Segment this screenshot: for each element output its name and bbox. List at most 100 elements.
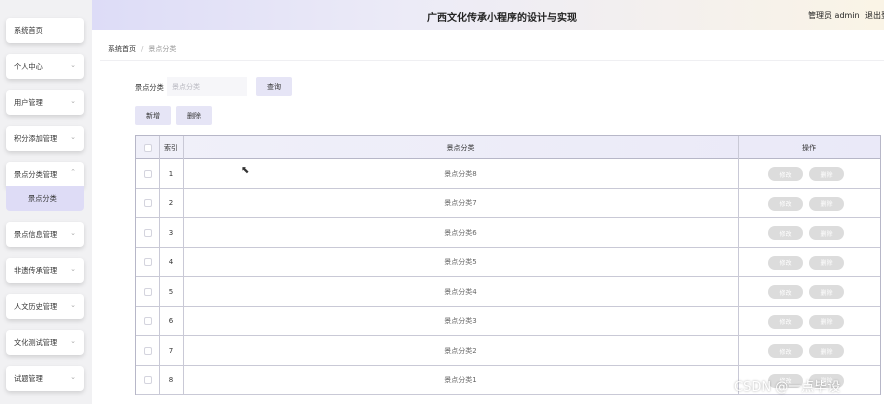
sidebar-subitem-category[interactable]: 景点分类 bbox=[6, 186, 84, 211]
sidebar-item-question-management[interactable]: 试题管理 ⌄ bbox=[6, 366, 84, 391]
edit-button[interactable]: 修改 bbox=[768, 226, 803, 240]
edit-button[interactable]: 修改 bbox=[768, 255, 803, 270]
header-category: 景点分类 bbox=[446, 143, 475, 152]
row-category: 景点分类1 bbox=[444, 376, 477, 384]
sidebar-item-label: 非遗传承管理 bbox=[14, 265, 58, 275]
sidebar-item-label: 人文历史管理 bbox=[14, 301, 58, 311]
column-divider bbox=[183, 136, 184, 394]
sidebar-item-user-management[interactable]: 用户管理 ⌄ bbox=[6, 90, 84, 115]
breadcrumb: 系统首页 / 景点分类 bbox=[108, 44, 176, 54]
row-checkbox[interactable] bbox=[143, 258, 152, 266]
row-category: 景点分类2 bbox=[444, 346, 477, 355]
breadcrumb-current: 景点分类 bbox=[148, 45, 177, 53]
delete-button[interactable]: 删除 bbox=[809, 314, 844, 329]
row-checkbox-cell bbox=[136, 366, 159, 395]
chevron-down-icon: ⌄ bbox=[70, 229, 76, 237]
chevron-down-icon: ⌄ bbox=[70, 301, 76, 309]
row-category: 景点分类4 bbox=[444, 287, 477, 296]
sidebar-item-label: 文化测试管理 bbox=[14, 337, 58, 347]
sidebar-item-personal-center[interactable]: 个人中心 ⌄ bbox=[6, 54, 84, 79]
row-checkbox[interactable] bbox=[143, 376, 152, 384]
row-checkbox-cell bbox=[136, 218, 159, 247]
row-checkbox[interactable] bbox=[143, 169, 152, 178]
row-checkbox[interactable] bbox=[143, 228, 152, 237]
sidebar-item-label: 景点分类管理 bbox=[14, 169, 58, 179]
row-index: 6 bbox=[168, 317, 174, 325]
sidebar-item-heritage-management[interactable]: 非遗传承管理 ⌄ bbox=[6, 258, 84, 283]
batch-delete-button[interactable]: 删除 bbox=[176, 106, 212, 125]
row-index: 1 bbox=[168, 169, 174, 178]
row-category: 景点分类7 bbox=[444, 199, 477, 207]
row-category: 景点分类6 bbox=[444, 228, 477, 237]
chevron-down-icon: ⌄ bbox=[70, 373, 76, 381]
row-checkbox[interactable] bbox=[143, 199, 152, 207]
sidebar: 系统首页 个人中心 ⌄ 用户管理 ⌄ 积分添加管理 ⌄ 景点分类管理 ⌃ 景点分… bbox=[0, 0, 92, 404]
chevron-down-icon: ⌄ bbox=[70, 133, 76, 141]
table-row: 6 景点分类3 修改 删除 bbox=[136, 307, 880, 336]
row-index: 3 bbox=[168, 228, 174, 237]
delete-button[interactable]: 删除 bbox=[809, 285, 844, 299]
sidebar-item-scenic-info-management[interactable]: 景点信息管理 ⌄ bbox=[6, 222, 84, 247]
chevron-up-icon: ⌃ bbox=[70, 168, 76, 176]
row-index: 7 bbox=[168, 346, 174, 355]
app-title: 广西文化传承小程序的设计与实现 bbox=[427, 13, 577, 24]
query-button[interactable]: 查询 bbox=[256, 77, 292, 96]
arrow-cursor-icon: ⬉ bbox=[241, 165, 250, 176]
row-category: 景点分类8 bbox=[444, 169, 477, 178]
sidebar-subitem-label: 景点分类 bbox=[28, 193, 57, 203]
sidebar-item-label: 景点信息管理 bbox=[14, 229, 58, 239]
logout-link[interactable]: 退出登 bbox=[865, 10, 884, 21]
row-index: 5 bbox=[168, 287, 174, 296]
edit-button[interactable]: 修改 bbox=[768, 285, 803, 299]
row-checkbox-cell bbox=[136, 277, 159, 306]
sidebar-item-points-management[interactable]: 积分添加管理 ⌄ bbox=[6, 126, 84, 151]
watermark: CSDN @一点毕设 bbox=[734, 380, 841, 395]
chevron-down-icon: ⌄ bbox=[70, 97, 76, 105]
edit-button[interactable]: 修改 bbox=[768, 314, 803, 329]
table-row: 7 景点分类2 修改 删除 bbox=[136, 336, 880, 366]
sidebar-item-label: 积分添加管理 bbox=[14, 133, 58, 143]
table-row: 2 景点分类7 修改 删除 bbox=[136, 189, 880, 218]
table-row: 4 景点分类5 修改 删除 bbox=[136, 248, 880, 277]
sidebar-item-home[interactable]: 系统首页 bbox=[6, 18, 84, 43]
sidebar-item-label: 试题管理 bbox=[14, 373, 43, 383]
row-index: 8 bbox=[168, 376, 174, 384]
row-category: 景点分类5 bbox=[444, 258, 477, 266]
chevron-down-icon: ⌄ bbox=[70, 61, 76, 69]
select-all-checkbox[interactable] bbox=[143, 143, 152, 152]
row-checkbox-cell bbox=[136, 336, 159, 365]
sidebar-item-category-management[interactable]: 景点分类管理 ⌃ bbox=[6, 162, 84, 187]
row-checkbox[interactable] bbox=[143, 317, 152, 325]
delete-button[interactable]: 删除 bbox=[809, 196, 844, 211]
sidebar-item-history-management[interactable]: 人文历史管理 ⌄ bbox=[6, 294, 84, 319]
breadcrumb-home[interactable]: 系统首页 bbox=[108, 45, 136, 53]
delete-button[interactable]: 删除 bbox=[809, 344, 844, 358]
chevron-down-icon: ⌄ bbox=[70, 265, 76, 273]
row-checkbox[interactable] bbox=[143, 346, 152, 355]
delete-button[interactable]: 删除 bbox=[809, 167, 844, 181]
admin-user-label: 管理员 admin bbox=[808, 11, 860, 20]
row-checkbox[interactable] bbox=[143, 287, 152, 296]
column-divider bbox=[738, 136, 739, 394]
select-all-cell bbox=[136, 136, 159, 159]
row-category: 景点分类3 bbox=[444, 317, 477, 325]
row-checkbox-cell bbox=[136, 307, 159, 336]
table-row: 3 景点分类6 修改 删除 bbox=[136, 218, 880, 248]
sidebar-item-label: 用户管理 bbox=[14, 97, 43, 107]
add-button[interactable]: 新增 bbox=[135, 106, 171, 125]
delete-button[interactable]: 删除 bbox=[809, 255, 844, 270]
table-row: 5 景点分类4 修改 删除 bbox=[136, 277, 880, 307]
category-search-input[interactable] bbox=[167, 77, 247, 96]
column-divider bbox=[159, 136, 160, 394]
sidebar-item-label: 系统首页 bbox=[14, 25, 43, 35]
delete-button[interactable]: 删除 bbox=[809, 226, 844, 240]
header-index: 索引 bbox=[164, 143, 178, 152]
edit-button[interactable]: 修改 bbox=[768, 344, 803, 358]
sidebar-item-culture-test-management[interactable]: 文化测试管理 ⌄ bbox=[6, 330, 84, 355]
row-checkbox-cell bbox=[136, 248, 159, 277]
breadcrumb-separator: / bbox=[141, 45, 144, 53]
table-header: 索引 景点分类 操作 bbox=[136, 136, 880, 159]
edit-button[interactable]: 修改 bbox=[768, 167, 803, 181]
sidebar-item-label: 个人中心 bbox=[14, 61, 43, 71]
edit-button[interactable]: 修改 bbox=[768, 196, 803, 211]
